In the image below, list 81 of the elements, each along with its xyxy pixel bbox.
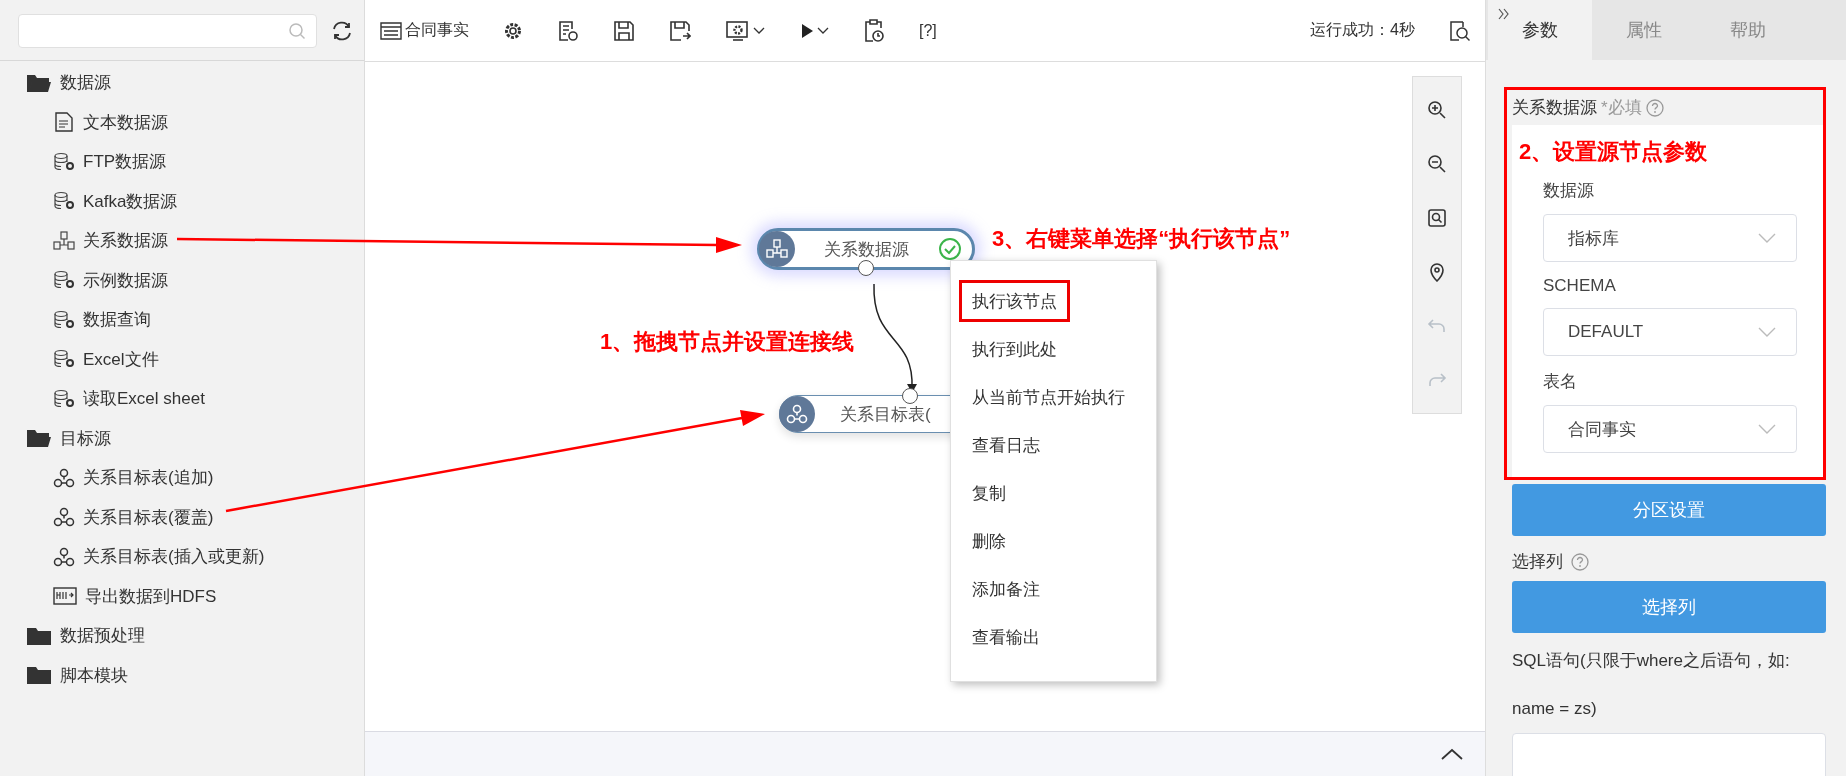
play-icon[interactable]: [799, 22, 815, 39]
search-document-icon[interactable]: [1449, 19, 1471, 42]
connected-circles-icon: [53, 507, 75, 528]
database-gear-icon: [53, 151, 75, 172]
section-title: 关系数据源: [1512, 97, 1597, 119]
field-label: 选择列: [1512, 551, 1563, 573]
chevron-down-icon: [1758, 327, 1776, 337]
annotation-text: 1、拖拽节点并设置连接线: [600, 328, 855, 356]
tree-item[interactable]: 示例数据源: [0, 260, 364, 300]
help-icon: [1571, 552, 1589, 571]
text-file-icon: [53, 111, 75, 134]
required-label: *必填: [1601, 97, 1642, 119]
connection-port[interactable]: [858, 260, 874, 276]
select-field[interactable]: 合同事实: [1543, 405, 1797, 453]
database-gear-icon: [53, 270, 75, 291]
sql-input[interactable]: [1512, 733, 1826, 776]
table-window-icon: [380, 20, 402, 41]
zoom-in-icon[interactable]: [1427, 100, 1447, 120]
tree-item[interactable]: 文本数据源: [0, 102, 364, 142]
run-status: 运行成功：4秒: [1310, 20, 1415, 40]
help-link[interactable]: [?]: [919, 21, 937, 40]
tree-item[interactable]: FTP数据源: [0, 142, 364, 182]
help-icon: [1645, 98, 1664, 117]
tree-item[interactable]: 关系目标表(覆盖): [0, 497, 364, 537]
field-label: 数据源: [1543, 180, 1595, 202]
database-gear-icon: [53, 388, 75, 409]
chevron-down-icon: [1758, 424, 1776, 434]
tree-item[interactable]: 读取Excel sheet: [0, 379, 364, 419]
hdfs-file-icon: [53, 586, 77, 607]
connection-port[interactable]: [902, 388, 918, 404]
annotation-text: 2、设置源节点参数: [1519, 138, 1709, 166]
tree-item[interactable]: 导出数据到HDFS: [0, 576, 364, 616]
tree-item[interactable]: 数据查询: [0, 300, 364, 340]
annotation-text: 3、右键菜单选择“执行该节点”: [992, 225, 1291, 253]
search-field[interactable]: [18, 14, 317, 48]
tree-item[interactable]: 关系目标表(追加): [0, 458, 364, 498]
database-gear-icon: [53, 309, 75, 330]
field-label: SCHEMA: [1543, 276, 1617, 296]
tree-item[interactable]: 关系目标表(插入或更新): [0, 537, 364, 577]
menu-item[interactable]: 查看输出: [959, 613, 1053, 661]
fit-view-icon[interactable]: [1427, 208, 1447, 228]
tab[interactable]: 参数: [1488, 0, 1592, 60]
select-field[interactable]: DEFAULT: [1543, 308, 1797, 356]
connected-circles-icon: [53, 546, 75, 567]
database-gear-icon: [53, 349, 75, 370]
caret-down-icon[interactable]: [817, 26, 829, 35]
refresh-icon[interactable]: [331, 20, 353, 42]
tree-item[interactable]: 关系数据源: [0, 221, 364, 261]
menu-item[interactable]: 执行该节点: [959, 280, 1070, 322]
save-icon[interactable]: [613, 19, 635, 42]
caret-up-icon[interactable]: [1441, 748, 1463, 760]
field-label: SQL语句(只限于where之后语句，如: name = zs): [1512, 650, 1791, 720]
menu-item[interactable]: 复制: [959, 469, 1019, 517]
tree-folder[interactable]: 目标源: [0, 418, 364, 458]
connected-circles-icon: [779, 396, 815, 432]
tree-folder[interactable]: 数据源: [0, 63, 364, 103]
tree-folder[interactable]: 脚本模块: [0, 655, 364, 695]
search-icon: [288, 22, 306, 40]
gear-icon[interactable]: [503, 20, 523, 41]
select-field[interactable]: 指标库: [1543, 214, 1797, 262]
network-icon: [53, 230, 75, 251]
field-label: 表名: [1543, 371, 1578, 393]
caret-down-icon[interactable]: [753, 26, 765, 35]
monitor-gear-icon[interactable]: [725, 19, 751, 42]
tree-item[interactable]: Excel文件: [0, 339, 364, 379]
menu-item[interactable]: 删除: [959, 517, 1019, 565]
tree-item[interactable]: Kafka数据源: [0, 181, 364, 221]
location-pin-icon[interactable]: [1428, 262, 1446, 282]
zoom-out-icon[interactable]: [1427, 154, 1447, 174]
document-clock-icon[interactable]: [557, 19, 579, 42]
clipboard-clock-icon[interactable]: [863, 18, 885, 43]
save-as-icon[interactable]: [669, 19, 691, 42]
file-title: 合同事实: [405, 20, 469, 40]
menu-item[interactable]: 添加备注: [959, 565, 1053, 613]
chevron-down-icon: [1758, 233, 1776, 243]
database-gear-icon: [53, 191, 75, 212]
menu-item[interactable]: 执行到此处: [959, 325, 1070, 373]
flow-node[interactable]: 关系数据源: [757, 228, 975, 270]
connected-circles-icon: [53, 467, 75, 488]
network-icon: [759, 231, 795, 267]
tree-folder[interactable]: 数据预处理: [0, 616, 364, 656]
